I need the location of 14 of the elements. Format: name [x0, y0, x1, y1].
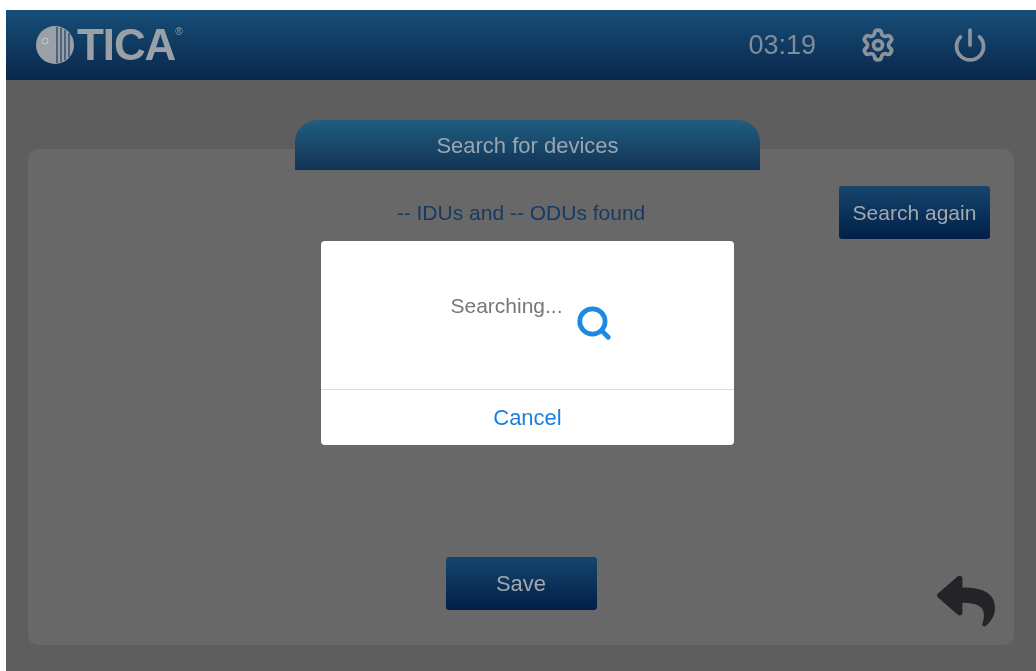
logo-text: TICA: [77, 23, 176, 67]
settings-button[interactable]: [860, 27, 896, 63]
save-button[interactable]: Save: [445, 557, 597, 610]
registered-mark: ®: [175, 25, 183, 37]
power-button[interactable]: [952, 27, 988, 63]
search-icon: [574, 304, 613, 342]
search-again-button[interactable]: Search again: [839, 186, 990, 239]
searching-message: Searching...: [450, 293, 563, 320]
power-icon: [952, 27, 988, 63]
logo-icon: [35, 25, 75, 65]
devices-found-status: -- IDUs and -- ODUs found: [396, 199, 646, 226]
cancel-button[interactable]: Cancel: [321, 389, 734, 445]
clock-time: 03:19: [748, 28, 816, 62]
settings-icon: [860, 27, 896, 63]
